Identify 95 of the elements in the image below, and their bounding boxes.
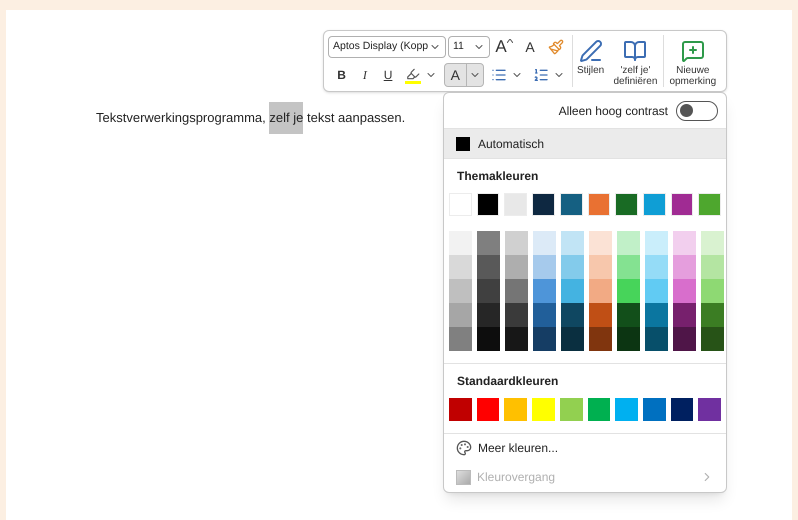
define-button[interactable]: 'zelf je' definiëren <box>608 35 663 87</box>
color-swatch[interactable] <box>615 193 638 216</box>
color-swatch[interactable] <box>449 303 472 327</box>
document-text: Tekstverwerkingsprogramma, zelf je tekst aanpassen. <box>96 102 406 134</box>
color-swatch[interactable] <box>642 398 666 421</box>
color-swatch[interactable] <box>701 231 724 255</box>
font-color-button[interactable]: A <box>444 63 484 87</box>
bullet-list-icon <box>491 67 507 83</box>
color-swatch[interactable] <box>645 255 668 279</box>
color-swatch[interactable] <box>449 231 472 255</box>
color-swatch[interactable] <box>615 398 638 421</box>
color-swatch[interactable] <box>673 231 696 255</box>
color-swatch[interactable] <box>701 303 724 327</box>
color-swatch[interactable] <box>645 279 668 303</box>
styles-button[interactable]: Stijlen <box>573 35 608 87</box>
color-swatch[interactable] <box>561 279 584 303</box>
color-swatch[interactable] <box>476 193 500 216</box>
book-icon <box>623 39 648 63</box>
color-swatch[interactable] <box>617 231 640 255</box>
color-swatch[interactable] <box>561 231 584 255</box>
italic-button[interactable]: I <box>355 63 374 87</box>
shrink-font-button[interactable]: A <box>518 35 542 59</box>
highlighter-icon <box>404 66 421 84</box>
bold-button[interactable]: B <box>332 63 352 87</box>
color-swatch[interactable] <box>645 303 668 327</box>
color-swatch[interactable] <box>645 231 668 255</box>
color-swatch[interactable] <box>589 231 612 255</box>
color-swatch[interactable] <box>533 255 556 279</box>
color-swatch[interactable] <box>617 279 640 303</box>
contrast-label: Alleen hoog contrast <box>558 102 668 120</box>
color-swatch[interactable] <box>701 279 724 303</box>
color-swatch[interactable] <box>673 303 696 327</box>
more-colors-item[interactable]: Meer kleuren... <box>444 434 726 462</box>
color-swatch[interactable] <box>561 303 584 327</box>
font-name-field[interactable]: Aptos Display (Kopp <box>328 36 446 58</box>
section-title: Standaardkleuren <box>456 373 560 390</box>
font-size-field[interactable]: 11 <box>448 36 490 58</box>
color-swatch[interactable] <box>701 255 724 279</box>
color-swatch[interactable] <box>561 327 584 351</box>
color-swatch[interactable] <box>449 327 472 351</box>
color-swatch[interactable] <box>589 327 612 351</box>
color-swatch[interactable] <box>532 193 555 216</box>
color-swatch[interactable] <box>673 327 696 351</box>
automatic-color-item[interactable]: Automatisch <box>444 129 726 159</box>
color-swatch[interactable] <box>533 279 556 303</box>
color-swatch[interactable] <box>533 327 556 351</box>
color-swatch[interactable] <box>505 303 528 327</box>
color-swatch[interactable] <box>477 279 500 303</box>
comment-plus-icon <box>680 39 705 63</box>
caret-up-icon <box>506 39 513 43</box>
color-swatch[interactable] <box>476 398 500 421</box>
color-swatch[interactable] <box>477 255 500 279</box>
color-swatch[interactable] <box>673 279 696 303</box>
color-swatch[interactable] <box>449 279 472 303</box>
color-swatch[interactable] <box>560 193 583 216</box>
color-swatch[interactable] <box>589 279 612 303</box>
new-comment-button[interactable]: Nieuwe opmerking <box>664 35 722 87</box>
color-swatch[interactable] <box>532 398 555 421</box>
color-swatch[interactable] <box>588 398 610 421</box>
contrast-toggle[interactable] <box>676 100 718 120</box>
section-title: Themakleuren <box>456 168 540 185</box>
color-swatch[interactable] <box>617 327 640 351</box>
color-swatch[interactable] <box>670 398 694 421</box>
color-swatch[interactable] <box>505 327 528 351</box>
color-swatch[interactable] <box>698 398 722 421</box>
color-swatch[interactable] <box>701 327 724 351</box>
color-swatch[interactable] <box>505 231 528 255</box>
color-swatch[interactable] <box>589 255 612 279</box>
pen-icon <box>578 39 603 63</box>
color-swatch[interactable] <box>477 303 500 327</box>
color-swatch[interactable] <box>560 398 583 421</box>
color-swatch[interactable] <box>449 255 472 279</box>
color-swatch[interactable] <box>617 255 640 279</box>
color-swatch[interactable] <box>449 398 472 421</box>
color-swatch[interactable] <box>505 279 528 303</box>
underline-button[interactable]: U <box>378 63 398 87</box>
color-swatch[interactable] <box>642 193 666 216</box>
color-swatch[interactable] <box>533 303 556 327</box>
color-swatch[interactable] <box>589 303 612 327</box>
numbered-list-icon <box>533 67 549 83</box>
color-swatch[interactable] <box>504 398 528 421</box>
gradient-icon <box>456 470 471 484</box>
palette-icon <box>456 440 472 456</box>
color-swatch[interactable] <box>505 255 528 279</box>
color-swatch[interactable] <box>588 193 610 216</box>
color-swatch[interactable] <box>617 303 640 327</box>
color-swatch[interactable] <box>698 193 722 216</box>
color-swatch[interactable] <box>673 255 696 279</box>
grow-font-button[interactable]: A <box>492 35 516 59</box>
color-swatch[interactable] <box>561 255 584 279</box>
color-swatch[interactable] <box>477 327 500 351</box>
color-swatch[interactable] <box>477 231 500 255</box>
color-swatch[interactable] <box>670 193 694 216</box>
color-swatch[interactable] <box>645 327 668 351</box>
color-swatch[interactable] <box>533 231 556 255</box>
